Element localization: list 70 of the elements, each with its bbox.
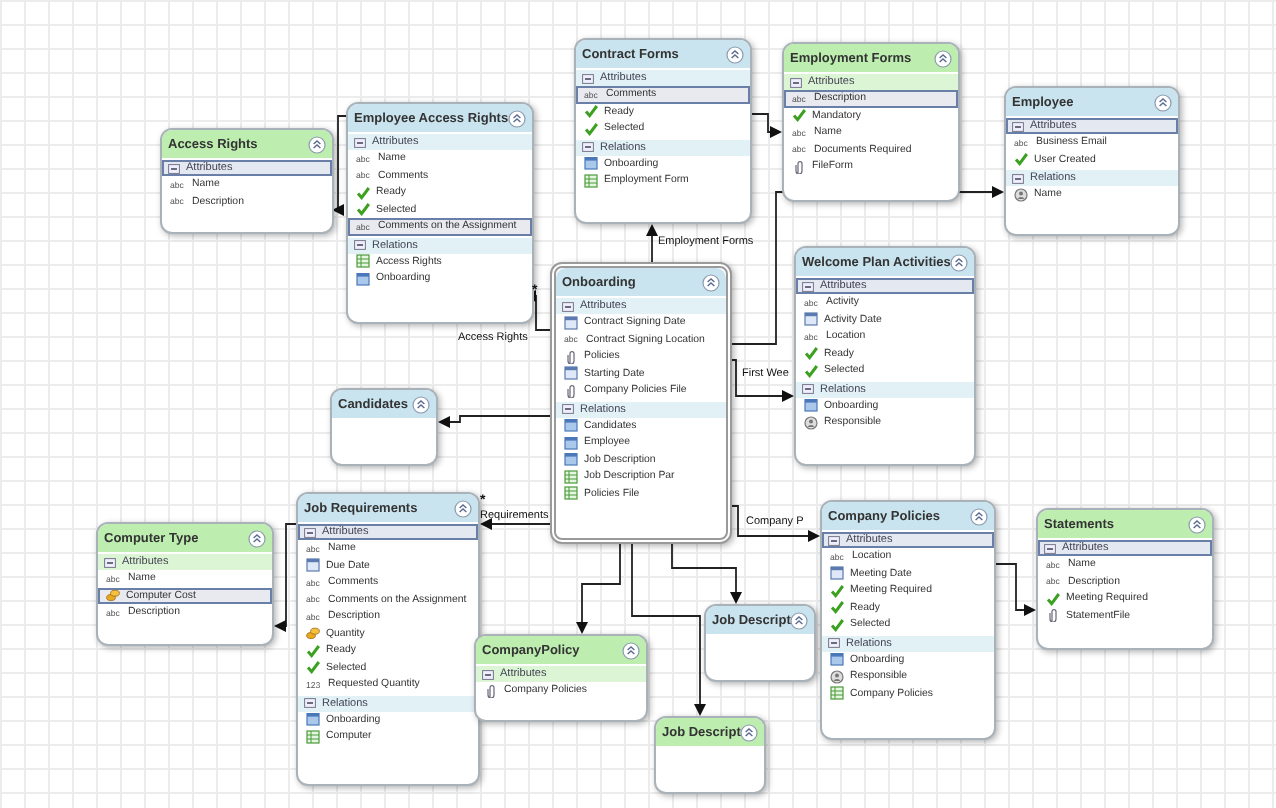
window-icon — [306, 712, 320, 727]
collapse-icon[interactable] — [702, 273, 720, 291]
collapse-minus-icon[interactable] — [354, 240, 366, 250]
window-icon — [830, 652, 844, 667]
collapse-icon[interactable] — [248, 529, 266, 547]
collapse-minus-icon[interactable] — [582, 73, 594, 83]
collapse-minus-icon[interactable] — [304, 527, 316, 537]
collapse-minus-icon[interactable] — [168, 163, 180, 173]
window-icon — [356, 271, 370, 286]
collapse-minus-icon[interactable] — [562, 301, 574, 311]
table-icon — [830, 686, 844, 701]
coins-icon — [106, 588, 120, 603]
person-icon — [804, 415, 818, 430]
paperclip-icon — [564, 383, 578, 398]
collapse-icon[interactable] — [726, 45, 744, 63]
collapse-minus-icon[interactable] — [562, 404, 574, 414]
table-icon — [584, 173, 598, 188]
collapse-minus-icon[interactable] — [304, 698, 316, 708]
window-icon — [584, 156, 598, 171]
connector-arrow — [438, 415, 551, 428]
collapse-icon[interactable] — [454, 499, 472, 517]
connector-arrow — [480, 518, 551, 530]
connector-arrow — [332, 115, 347, 216]
paperclip-icon — [792, 159, 806, 174]
collapse-icon[interactable] — [790, 611, 809, 629]
collapse-icon[interactable] — [1188, 515, 1206, 533]
connector-arrow — [751, 113, 782, 138]
collapse-minus-icon[interactable] — [828, 638, 840, 648]
person-icon — [1014, 187, 1028, 202]
collapse-icon[interactable] — [970, 507, 988, 525]
collapse-minus-icon[interactable] — [1012, 173, 1024, 183]
paperclip-icon — [1046, 608, 1060, 623]
collapse-icon[interactable] — [622, 641, 640, 659]
calendar-icon — [564, 315, 578, 330]
collapse-icon[interactable] — [1154, 93, 1172, 111]
collapse-icon[interactable] — [740, 723, 759, 741]
calendar-icon — [564, 366, 578, 381]
collapse-minus-icon[interactable] — [482, 669, 494, 679]
table-icon — [306, 729, 320, 744]
checkmark-icon — [1014, 152, 1028, 167]
collapse-minus-icon[interactable] — [802, 281, 814, 291]
collapse-icon[interactable] — [950, 253, 969, 271]
collapse-minus-icon[interactable] — [828, 535, 840, 545]
connector-arrow — [576, 543, 621, 634]
collapse-icon[interactable] — [412, 395, 430, 413]
coins-icon — [306, 626, 320, 641]
collapse-minus-icon[interactable] — [1044, 543, 1056, 553]
calendar-icon — [830, 566, 844, 581]
calendar-icon — [306, 558, 320, 573]
person-icon — [830, 669, 844, 684]
checkmark-icon — [1046, 591, 1060, 606]
paperclip-icon — [484, 683, 498, 698]
collapse-icon[interactable] — [934, 49, 952, 67]
table-icon — [356, 254, 370, 269]
calendar-icon — [804, 312, 818, 327]
paperclip-icon — [564, 349, 578, 364]
collapse-minus-icon[interactable] — [354, 137, 366, 147]
collapse-minus-icon[interactable] — [802, 384, 814, 394]
connector-arrow — [995, 563, 1036, 616]
collapse-icon[interactable] — [508, 109, 527, 127]
connector-arrow — [274, 523, 297, 632]
collapse-minus-icon[interactable] — [582, 142, 594, 152]
collapse-minus-icon[interactable] — [104, 557, 116, 567]
connector-arrow — [731, 359, 794, 402]
connector-arrow — [646, 224, 658, 263]
collapse-minus-icon[interactable] — [790, 77, 802, 87]
checkmark-icon — [792, 108, 806, 123]
collapse-minus-icon[interactable] — [1012, 121, 1024, 131]
window-icon — [804, 398, 818, 413]
collapse-icon[interactable] — [308, 135, 326, 153]
